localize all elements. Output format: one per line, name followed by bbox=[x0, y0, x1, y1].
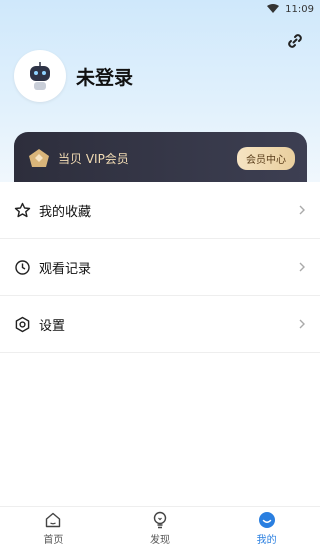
menu-item-favorites[interactable]: 我的收藏 bbox=[0, 182, 320, 239]
home-icon bbox=[46, 512, 61, 528]
star-icon bbox=[14, 202, 31, 217]
wifi-icon bbox=[267, 4, 280, 13]
menu-list: 我的收藏 观看记录 设置 bbox=[0, 182, 320, 353]
menu-label: 观看记录 bbox=[39, 261, 92, 277]
tab-mine[interactable]: 我的 bbox=[227, 511, 307, 546]
tab-label: 发现 bbox=[149, 535, 170, 546]
settings-icon bbox=[15, 316, 30, 332]
menu-label: 设置 bbox=[39, 318, 66, 334]
menu-item-settings[interactable]: 设置 bbox=[0, 296, 320, 353]
username[interactable]: 未登录 bbox=[76, 63, 133, 90]
chevron-right-icon bbox=[299, 205, 305, 215]
tab-label: 首页 bbox=[43, 535, 64, 546]
tab-label: 我的 bbox=[256, 535, 277, 546]
status-bar: 11:09 bbox=[0, 0, 320, 18]
profile-section[interactable]: 未登录 bbox=[14, 50, 133, 102]
avatar[interactable] bbox=[14, 50, 66, 102]
robot-icon bbox=[30, 62, 50, 90]
status-time: 11:09 bbox=[285, 3, 314, 15]
tab-home[interactable]: 首页 bbox=[13, 511, 93, 546]
chevron-right-icon bbox=[299, 319, 305, 329]
menu-label: 我的收藏 bbox=[39, 204, 92, 220]
bottom-tab-bar: 首页 发现 我的 bbox=[0, 506, 320, 550]
vip-card[interactable]: 当贝 VIP会员 会员中心 bbox=[14, 132, 307, 184]
tab-discover[interactable]: 发现 bbox=[120, 511, 200, 546]
clock-icon bbox=[15, 259, 30, 275]
bulb-icon bbox=[153, 511, 167, 529]
menu-item-history[interactable]: 观看记录 bbox=[0, 239, 320, 296]
vip-crown-icon bbox=[29, 149, 49, 167]
vip-title: 当贝 VIP会员 bbox=[58, 151, 129, 166]
profile-icon bbox=[258, 512, 275, 528]
chevron-right-icon bbox=[299, 262, 305, 272]
vip-center-button[interactable]: 会员中心 bbox=[237, 146, 295, 170]
link-icon[interactable] bbox=[286, 32, 304, 50]
